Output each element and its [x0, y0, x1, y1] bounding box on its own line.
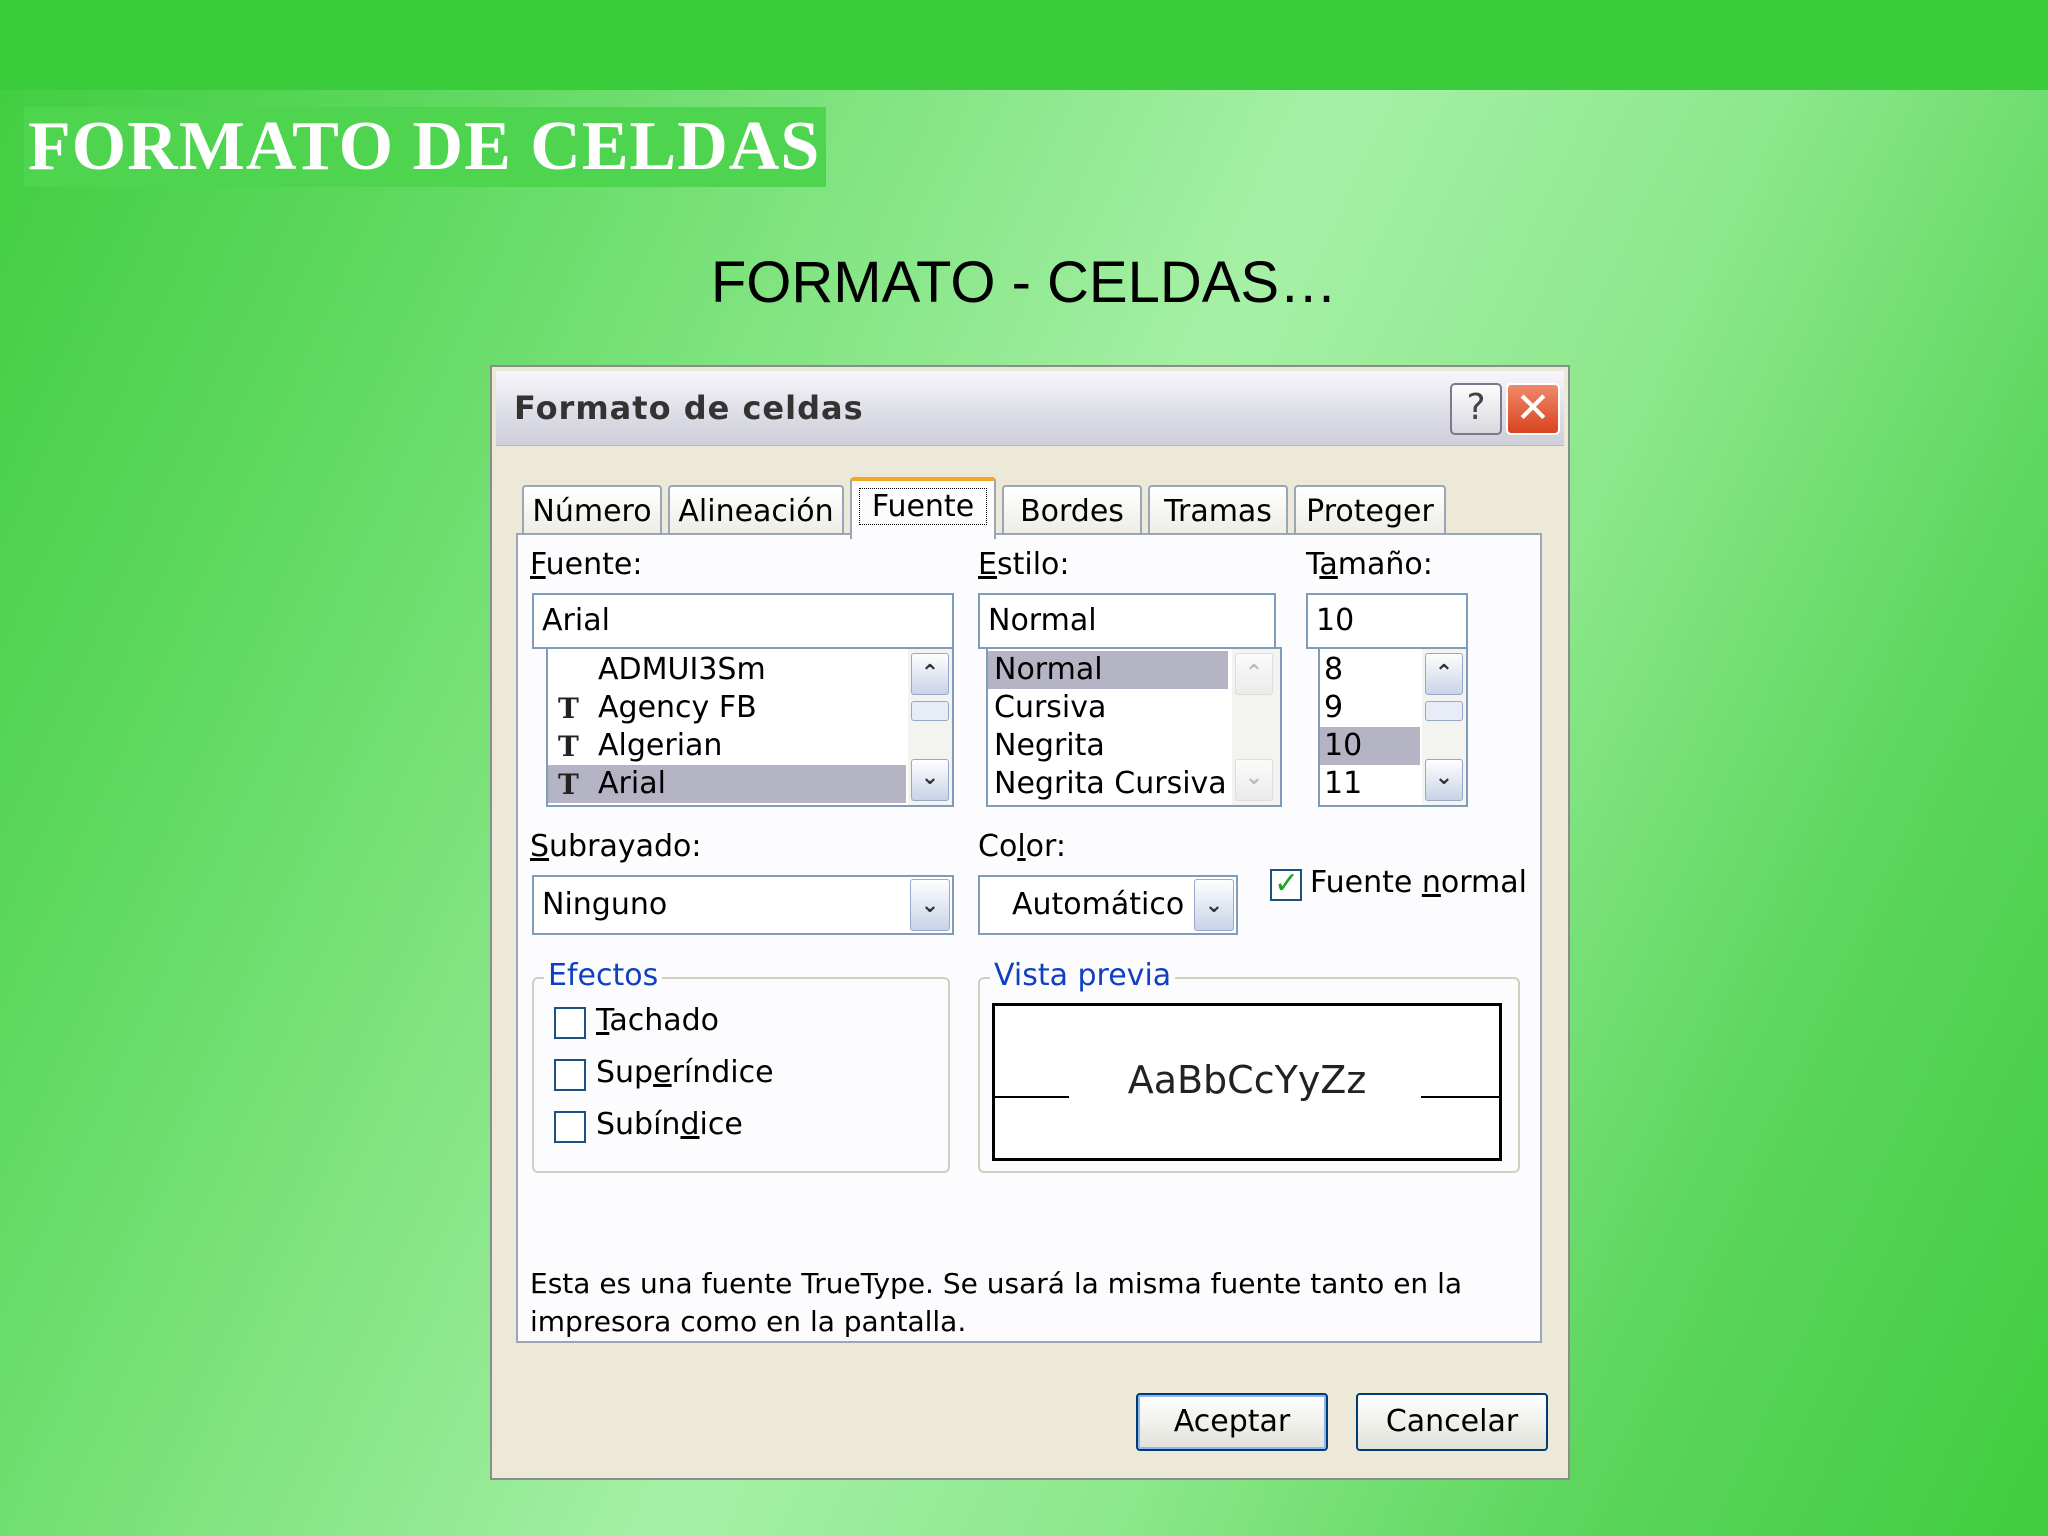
- list-item[interactable]: Cursiva: [988, 689, 1228, 727]
- normal-font-label[interactable]: Fuente normal: [1310, 865, 1527, 900]
- close-icon: ✕: [1515, 383, 1551, 432]
- style-scrollbar: ⌃ ⌄: [1232, 649, 1280, 805]
- scroll-thumb[interactable]: [1425, 701, 1463, 721]
- list-item[interactable]: Negrita: [988, 727, 1228, 765]
- scroll-thumb[interactable]: [911, 701, 949, 721]
- checkmark-icon: ✓: [1274, 866, 1300, 901]
- arrow-up-icon: ⌃: [1235, 653, 1273, 695]
- font-tab-panel: Fuente: Arial ADMUI3Sm T Agency FB T Alger…: [516, 533, 1542, 1343]
- underline-label: Subrayado:: [530, 829, 702, 864]
- color-label: Color:: [978, 829, 1066, 864]
- tab-bordes[interactable]: Bordes: [1002, 485, 1142, 537]
- list-item[interactable]: 8: [1320, 651, 1420, 689]
- preview-title: Vista previa: [990, 957, 1176, 995]
- superscript-checkbox[interactable]: [554, 1059, 586, 1091]
- preview-baseline-right: [1421, 1096, 1499, 1098]
- size-label: Tamaño:: [1306, 547, 1433, 582]
- truetype-icon: T: [558, 768, 579, 801]
- dialog-title: Formato de celdas: [514, 389, 864, 427]
- font-listbox[interactable]: ADMUI3Sm T Agency FB T Algerian T Arial ⌃ ⌄: [546, 647, 954, 807]
- superscript-label[interactable]: Superíndice: [596, 1055, 774, 1090]
- underline-select[interactable]: Ninguno ⌄: [532, 875, 954, 935]
- size-scrollbar[interactable]: ⌃ ⌄: [1422, 649, 1466, 805]
- subscript-checkbox[interactable]: [554, 1111, 586, 1143]
- chevron-down-icon[interactable]: ⌄: [1194, 879, 1234, 931]
- arrow-down-icon[interactable]: ⌄: [911, 759, 949, 801]
- color-select[interactable]: Automático ⌄: [978, 875, 1238, 935]
- truetype-icon: T: [558, 730, 579, 763]
- list-item[interactable]: 11: [1320, 765, 1420, 803]
- arrow-down-icon[interactable]: ⌄: [1425, 759, 1463, 801]
- dialog-titlebar[interactable]: Formato de celdas ? ✕: [496, 371, 1564, 446]
- tab-alineacion[interactable]: Alineación: [668, 485, 844, 537]
- strikethrough-checkbox[interactable]: [554, 1007, 586, 1039]
- font-info-text: Esta es una fuente TrueType. Se usará la…: [530, 1267, 1463, 1338]
- preview-box: AaBbCcYyZz: [992, 1003, 1502, 1161]
- style-label: Estilo:: [978, 547, 1070, 582]
- effects-group: Efectos Tachado Superíndice Subíndice: [532, 957, 950, 1173]
- list-item[interactable]: T Agency FB: [548, 689, 906, 727]
- list-item-selected[interactable]: 10: [1320, 727, 1420, 765]
- underline-select-value: Ninguno: [542, 887, 668, 922]
- list-item[interactable]: Negrita Cursiva: [988, 765, 1228, 803]
- arrow-up-icon[interactable]: ⌃: [1425, 653, 1463, 695]
- style-listbox[interactable]: Normal Cursiva Negrita Negrita Cursiva ⌃…: [986, 647, 1282, 807]
- slide-title: FORMATO DE CELDAS: [24, 107, 827, 187]
- format-cells-dialog: Formato de celdas ? ✕ Número Alineación …: [490, 365, 1570, 1480]
- list-item[interactable]: ADMUI3Sm: [548, 651, 906, 689]
- strikethrough-label[interactable]: Tachado: [596, 1003, 719, 1038]
- size-input[interactable]: 10: [1306, 593, 1468, 649]
- tab-numero[interactable]: Número: [522, 485, 662, 537]
- list-item[interactable]: T Algerian: [548, 727, 906, 765]
- size-listbox[interactable]: 8 9 10 11 ⌃ ⌄: [1318, 647, 1468, 807]
- tab-fuente-label: Fuente: [858, 488, 988, 525]
- preview-group: Vista previa AaBbCcYyZz: [978, 957, 1520, 1173]
- cancel-button[interactable]: Cancelar: [1356, 1393, 1548, 1451]
- help-button[interactable]: ?: [1450, 383, 1502, 435]
- list-item-selected[interactable]: T Arial: [548, 765, 906, 803]
- font-label: Fuente:: [530, 547, 643, 582]
- style-input[interactable]: Normal: [978, 593, 1276, 649]
- subscript-label[interactable]: Subíndice: [596, 1107, 743, 1142]
- effects-title: Efectos: [544, 957, 663, 995]
- arrow-up-icon[interactable]: ⌃: [911, 653, 949, 695]
- tab-fuente[interactable]: Fuente: [850, 477, 996, 539]
- font-input[interactable]: Arial: [532, 593, 954, 649]
- close-button[interactable]: ✕: [1506, 383, 1560, 435]
- truetype-icon: T: [558, 692, 579, 725]
- top-band: [0, 0, 2048, 90]
- font-scrollbar[interactable]: ⌃ ⌄: [908, 649, 952, 805]
- arrow-down-icon: ⌄: [1235, 759, 1273, 801]
- slide-subtitle: FORMATO - CELDAS…: [710, 250, 1338, 315]
- tab-tramas[interactable]: Tramas: [1148, 485, 1288, 537]
- chevron-down-icon[interactable]: ⌄: [910, 879, 950, 931]
- tab-proteger[interactable]: Proteger: [1294, 485, 1446, 537]
- accept-button[interactable]: Aceptar: [1136, 1393, 1328, 1451]
- list-item-selected[interactable]: Normal: [988, 651, 1228, 689]
- color-select-value: Automático: [1012, 887, 1185, 922]
- list-item[interactable]: 9: [1320, 689, 1420, 727]
- normal-font-checkbox[interactable]: ✓: [1270, 866, 1302, 901]
